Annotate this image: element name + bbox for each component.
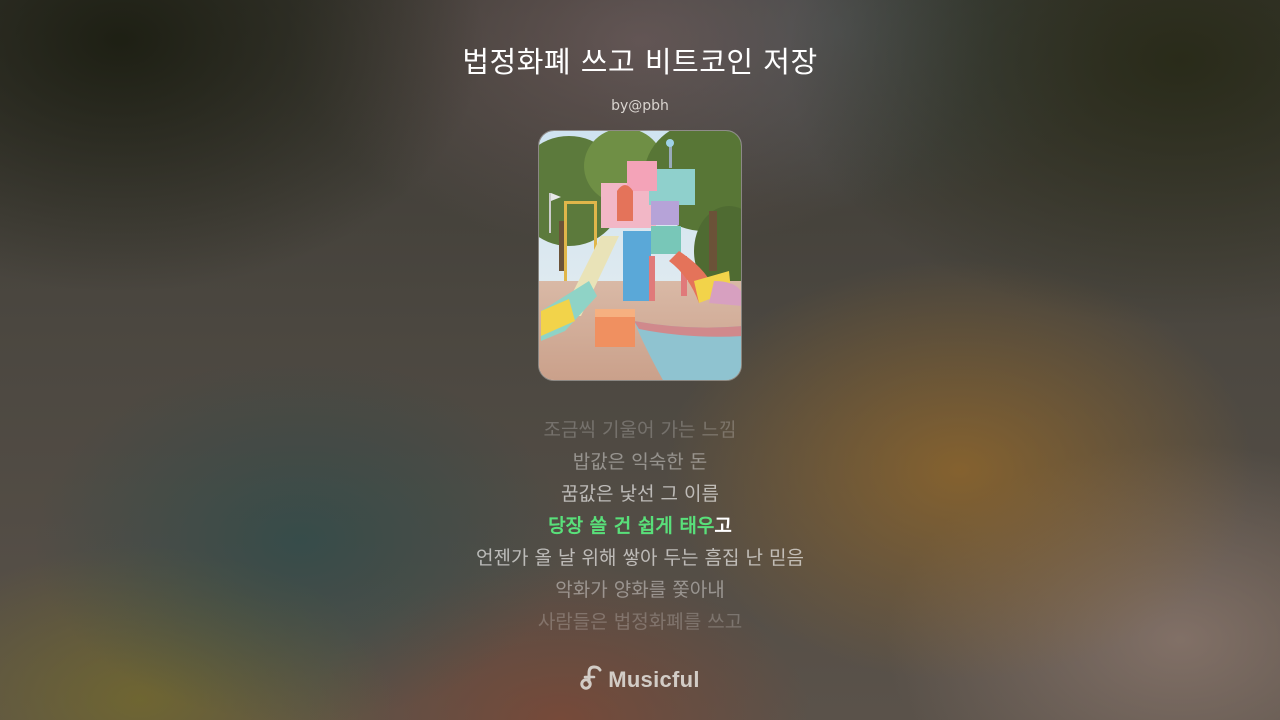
lyric-line: 조금씩 기울어 가는 느낌 bbox=[543, 419, 737, 441]
lyric-line: 꿈값은 낯선 그 이름 bbox=[561, 483, 719, 505]
brand-logo: Musicful bbox=[0, 664, 1280, 696]
unsung-portion: 고 bbox=[714, 515, 732, 537]
lyric-line: 사람들은 법정화폐를 쓰고 bbox=[537, 611, 743, 633]
lyric-line: 언젠가 올 날 위해 쌓아 두는 흠집 난 믿음 bbox=[476, 547, 804, 569]
lyric-line: 밥값은 익숙한 돈 bbox=[572, 451, 708, 473]
song-author: by@pbh bbox=[611, 98, 669, 114]
lyrics-player: 법정화폐 쓰고 비트코인 저장 by@pbh 조금씩 기울어 가는 느낌 밥값은… bbox=[0, 0, 1280, 720]
sung-portion: 당장 쓸 건 쉽게 태우 bbox=[548, 515, 715, 537]
playground-cover-art bbox=[539, 131, 741, 380]
music-note-icon bbox=[580, 665, 602, 695]
current-lyric-line: 당장 쓸 건 쉽게 태우고 bbox=[0, 510, 1280, 542]
album-cover bbox=[538, 130, 742, 381]
song-title: 법정화폐 쓰고 비트코인 저장 bbox=[462, 45, 818, 79]
brand-name: Musicful bbox=[608, 667, 700, 692]
lyric-line: 악화가 양화를 쫓아내 bbox=[555, 579, 725, 601]
lyrics-list: 조금씩 기울어 가는 느낌 밥값은 익숙한 돈 꿈값은 낯선 그 이름 당장 쓸… bbox=[0, 414, 1280, 638]
